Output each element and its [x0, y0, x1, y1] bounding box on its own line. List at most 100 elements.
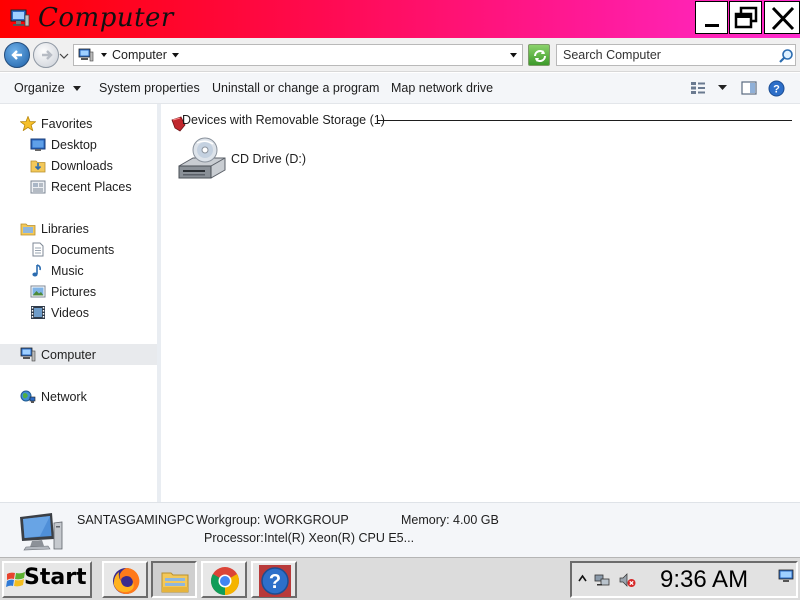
address-box[interactable]: Computer: [73, 44, 523, 66]
downloads-folder-icon: [30, 160, 46, 173]
file-explorer-icon: [161, 572, 189, 593]
navigation-pane: Favorites Desktop Downloads Recent Place…: [0, 104, 157, 502]
preview-pane-icon[interactable]: [741, 81, 757, 95]
star-icon: [20, 116, 36, 131]
sidebar-item-label: Desktop: [51, 138, 97, 152]
sidebar-item-label: Videos: [51, 306, 89, 320]
svg-text:?: ?: [269, 571, 281, 593]
back-button[interactable]: [4, 42, 30, 68]
sidebar-item-favorites[interactable]: Favorites: [0, 113, 157, 134]
address-bar-row: Computer: [0, 38, 800, 72]
uninstall-program-button[interactable]: Uninstall or change a program: [212, 81, 379, 95]
sidebar-item-label: Network: [41, 390, 87, 404]
recent-pages-dropdown-icon[interactable]: [59, 52, 69, 60]
sidebar-item-libraries[interactable]: Libraries: [0, 218, 157, 239]
computer-icon: [10, 9, 30, 27]
start-label: Start: [24, 565, 87, 590]
music-icon: [32, 264, 41, 277]
system-properties-button[interactable]: System properties: [99, 81, 200, 95]
restore-button[interactable]: [729, 1, 762, 34]
forward-button[interactable]: [33, 42, 59, 68]
show-hidden-icons-icon[interactable]: [578, 573, 587, 585]
cd-drive-icon: [178, 137, 226, 179]
sidebar-item-label: Libraries: [41, 222, 89, 236]
taskbar-app-file-explorer[interactable]: [151, 561, 197, 598]
arrow-right-icon: [42, 50, 53, 60]
sidebar-item-music[interactable]: Music: [0, 260, 157, 281]
sidebar-item-label: Favorites: [41, 117, 93, 131]
minimize-button[interactable]: [695, 1, 728, 34]
arrow-left-icon: [11, 50, 22, 60]
sidebar-item-network[interactable]: Network: [0, 386, 157, 407]
map-network-drive-button[interactable]: Map network drive: [391, 81, 493, 95]
content-area: Devices with Removable Storage (1) CD Dr…: [161, 104, 800, 502]
firefox-icon: [113, 567, 140, 594]
taskbar-app-firefox[interactable]: [102, 561, 148, 598]
computer-name: SANTASGAMINGPC: [77, 513, 195, 527]
group-header-divider: [378, 120, 792, 121]
view-options-dropdown-icon[interactable]: [718, 85, 727, 91]
chevron-down-icon: [72, 81, 81, 95]
taskbar: Start ? 9:36 AM: [0, 557, 800, 600]
close-button[interactable]: [764, 1, 800, 34]
network-status-icon[interactable]: [594, 572, 612, 588]
details-pane: SANTASGAMINGPC Workgroup: WORKGROUP Memo…: [0, 502, 800, 557]
clock[interactable]: 9:36 AM: [660, 566, 748, 594]
search-box[interactable]: [556, 44, 796, 66]
videos-icon: [31, 306, 45, 319]
organize-menu-button[interactable]: Organize: [14, 81, 81, 95]
sidebar-item-label: Downloads: [51, 159, 113, 173]
documents-icon: [32, 242, 44, 257]
sidebar-item-recent-places[interactable]: Recent Places: [0, 176, 157, 197]
change-view-icon[interactable]: [690, 81, 706, 95]
desktop-icon: [30, 138, 46, 151]
title-bar[interactable]: Computer: [0, 0, 800, 38]
memory-value: 4.00 GB: [453, 513, 499, 527]
window-title: Computer: [38, 3, 174, 33]
workgroup-value: WORKGROUP: [264, 513, 349, 527]
svg-text:?: ?: [773, 84, 780, 96]
close-icon: [771, 6, 795, 31]
taskbar-app-help[interactable]: ?: [251, 561, 297, 598]
sidebar-item-label: Pictures: [51, 285, 97, 299]
computer-icon: [78, 48, 94, 62]
taskbar-app-chrome[interactable]: [201, 561, 247, 598]
search-input[interactable]: [557, 45, 772, 65]
drive-item-cd[interactable]: CD Drive (D:): [175, 136, 345, 184]
sidebar-item-label: Music: [51, 264, 84, 278]
breadcrumb-separator-icon[interactable]: [100, 51, 108, 59]
address-history-dropdown-icon[interactable]: [509, 52, 518, 59]
drive-label: CD Drive (D:): [231, 152, 306, 166]
windows-logo-icon: [6, 572, 25, 587]
chevron-down-icon[interactable]: [171, 52, 180, 59]
sidebar-item-downloads[interactable]: Downloads: [0, 155, 157, 176]
organize-label: Organize: [14, 81, 65, 95]
command-toolbar: Organize System properties Uninstall or …: [0, 73, 800, 104]
start-button[interactable]: Start: [2, 561, 92, 598]
system-tray: 9:36 AM: [570, 561, 798, 598]
refresh-button[interactable]: [528, 44, 550, 66]
recent-places-icon: [30, 180, 46, 194]
chrome-icon: [211, 567, 239, 595]
pictures-icon: [30, 285, 46, 298]
computer-icon: [20, 347, 36, 362]
show-desktop-icon[interactable]: [778, 569, 794, 583]
libraries-icon: [20, 223, 36, 236]
memory-label: Memory:: [401, 513, 450, 527]
search-icon[interactable]: [778, 48, 794, 64]
processor-label: Processor:: [204, 531, 264, 545]
sidebar-item-documents[interactable]: Documents: [0, 239, 157, 260]
processor-value: Intel(R) Xeon(R) CPU E5...: [264, 531, 415, 545]
sidebar-item-label: Computer: [41, 348, 96, 362]
sidebar-item-videos[interactable]: Videos: [0, 302, 157, 323]
breadcrumb-computer[interactable]: Computer: [112, 48, 167, 62]
volume-muted-icon[interactable]: [618, 572, 636, 588]
sidebar-item-computer[interactable]: Computer: [0, 344, 157, 365]
sidebar-item-desktop[interactable]: Desktop: [0, 134, 157, 155]
group-header-removable-storage[interactable]: Devices with Removable Storage (1): [182, 113, 385, 127]
sidebar-item-label: Documents: [51, 243, 115, 257]
restore-icon: [734, 6, 758, 29]
refresh-icon: [534, 50, 546, 62]
sidebar-item-pictures[interactable]: Pictures: [0, 281, 157, 302]
help-icon[interactable]: ?: [768, 80, 785, 97]
